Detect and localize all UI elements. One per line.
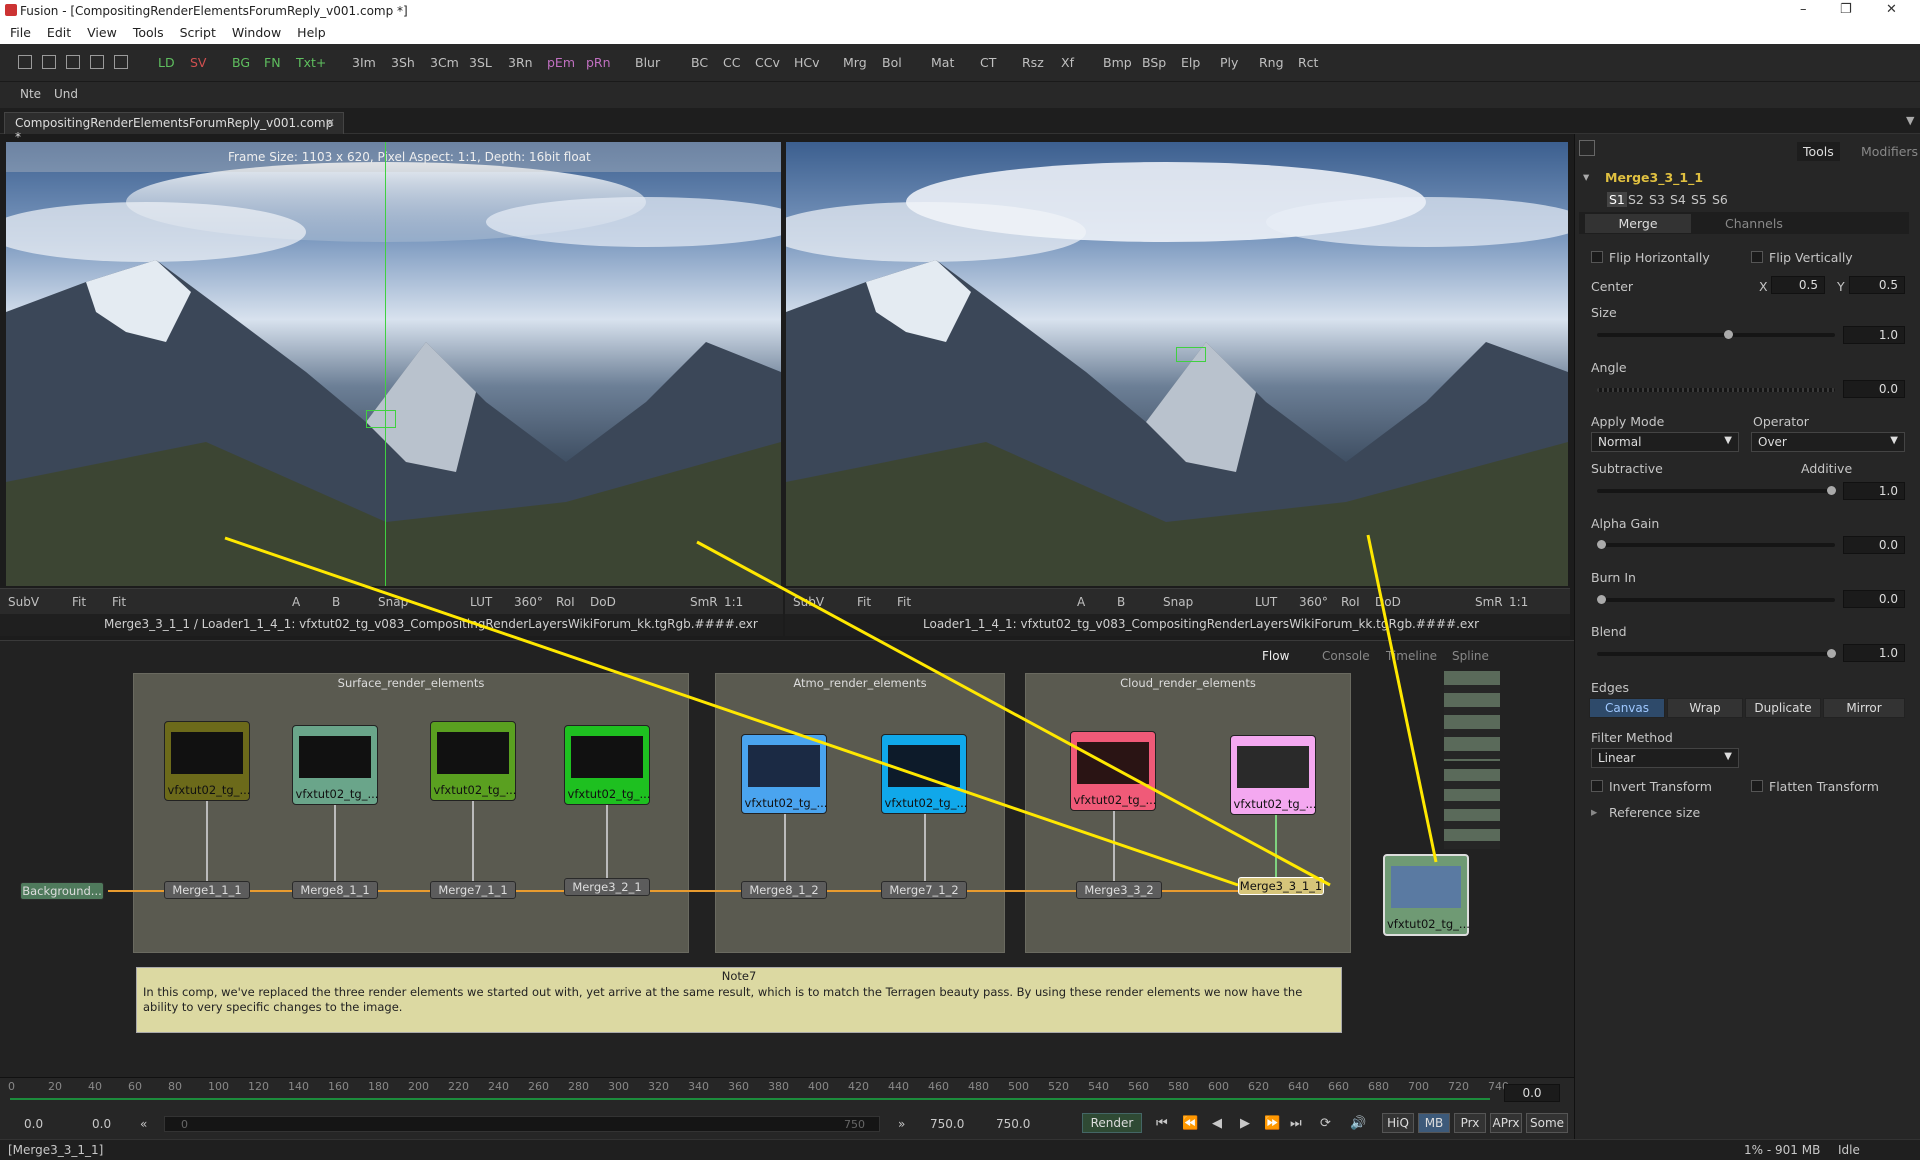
status-state: Idle bbox=[1838, 1143, 1860, 1157]
time-tick-label: 220 bbox=[448, 1080, 469, 1093]
time-tick-label: 720 bbox=[1448, 1080, 1469, 1093]
time-tick-label: 280 bbox=[568, 1080, 589, 1093]
render-end-field[interactable]: 750.0 bbox=[930, 1117, 964, 1131]
current-time-field[interactable]: 0.0 bbox=[1504, 1084, 1560, 1102]
time-tick-label: 700 bbox=[1408, 1080, 1429, 1093]
annotation-arrows bbox=[224, 534, 1438, 887]
time-tick-label: 340 bbox=[688, 1080, 709, 1093]
time-tick-label: 80 bbox=[168, 1080, 182, 1093]
range-start: 0 bbox=[181, 1118, 188, 1131]
loop-icon[interactable]: ⟳ bbox=[1320, 1116, 1331, 1131]
time-tick-label: 240 bbox=[488, 1080, 509, 1093]
time-tick-label: 680 bbox=[1368, 1080, 1389, 1093]
render-button[interactable]: Render bbox=[1082, 1113, 1142, 1133]
time-tick-label: 520 bbox=[1048, 1080, 1069, 1093]
status-selected-tool: [Merge3_3_1_1] bbox=[8, 1143, 104, 1157]
forward-range-icon[interactable]: » bbox=[898, 1117, 905, 1131]
step-forward-icon[interactable]: ⏩ bbox=[1264, 1116, 1280, 1131]
time-ruler-track bbox=[10, 1098, 1490, 1100]
time-tick-label: 480 bbox=[968, 1080, 989, 1093]
time-tick-label: 500 bbox=[1008, 1080, 1029, 1093]
time-tick-label: 160 bbox=[328, 1080, 349, 1093]
time-tick-label: 120 bbox=[248, 1080, 269, 1093]
time-tick-label: 100 bbox=[208, 1080, 229, 1093]
play-reverse-icon[interactable]: ◀ bbox=[1212, 1116, 1222, 1131]
play-icon[interactable]: ▶ bbox=[1240, 1116, 1250, 1131]
hiq-button[interactable]: HiQ bbox=[1382, 1113, 1414, 1133]
time-tick-label: 440 bbox=[888, 1080, 909, 1093]
rewind-range-icon[interactable]: « bbox=[140, 1117, 147, 1131]
time-tick-label: 460 bbox=[928, 1080, 949, 1093]
memory-usage: 1% - 901 MB bbox=[1744, 1143, 1821, 1157]
time-tick-label: 600 bbox=[1208, 1080, 1229, 1093]
annotation-arrow-line bbox=[224, 536, 1239, 887]
range-end: 750 bbox=[844, 1118, 865, 1131]
annotation-arrow-line bbox=[696, 540, 1331, 887]
audio-icon[interactable]: 🔊 bbox=[1350, 1116, 1366, 1131]
annotation-arrow-line bbox=[1366, 534, 1438, 863]
time-tick-label: 360 bbox=[728, 1080, 749, 1093]
time-tick-label: 140 bbox=[288, 1080, 309, 1093]
time-tick-label: 0 bbox=[8, 1080, 15, 1093]
render-start-field[interactable]: 0.0 bbox=[92, 1117, 111, 1131]
global-end-field[interactable]: 750.0 bbox=[996, 1117, 1030, 1131]
time-tick-label: 540 bbox=[1088, 1080, 1109, 1093]
time-tick-label: 620 bbox=[1248, 1080, 1269, 1093]
range-slider[interactable]: 0 750 bbox=[164, 1116, 880, 1132]
auto-proxy-button[interactable]: APrx bbox=[1490, 1113, 1522, 1133]
time-tick-label: 400 bbox=[808, 1080, 829, 1093]
transport-bar: 0.0 0.0 « 0 750 » 750.0 750.0 ⏮ ⏪ ◀ ▶ ⏩ … bbox=[0, 1111, 1574, 1139]
time-tick-label: 60 bbox=[128, 1080, 142, 1093]
time-ruler[interactable]: 0 20 40 60 80 100 120 140 160 180 200 220 240 260 280 3… bbox=[0, 1077, 1574, 1111]
time-tick-label: 640 bbox=[1288, 1080, 1309, 1093]
time-tick-label: 40 bbox=[88, 1080, 102, 1093]
time-tick-label: 580 bbox=[1168, 1080, 1189, 1093]
time-tick-label: 260 bbox=[528, 1080, 549, 1093]
time-tick-label: 420 bbox=[848, 1080, 869, 1093]
go-to-start-icon[interactable]: ⏮ bbox=[1156, 1116, 1168, 1131]
go-to-end-icon[interactable]: ⏭ bbox=[1290, 1116, 1302, 1131]
global-start-field[interactable]: 0.0 bbox=[24, 1117, 43, 1131]
time-tick-label: 660 bbox=[1328, 1080, 1349, 1093]
time-tick-label: 380 bbox=[768, 1080, 789, 1093]
time-tick-label: 560 bbox=[1128, 1080, 1149, 1093]
time-tick-label: 300 bbox=[608, 1080, 629, 1093]
motion-blur-button[interactable]: MB bbox=[1418, 1113, 1450, 1133]
status-bar: [Merge3_3_1_1] 1% - 901 MB Idle bbox=[0, 1139, 1920, 1160]
time-tick-label: 320 bbox=[648, 1080, 669, 1093]
time-tick-label: 200 bbox=[408, 1080, 429, 1093]
some-button[interactable]: Some bbox=[1526, 1113, 1568, 1133]
time-tick-label: 180 bbox=[368, 1080, 389, 1093]
proxy-button[interactable]: Prx bbox=[1454, 1113, 1486, 1133]
step-back-icon[interactable]: ⏪ bbox=[1182, 1116, 1198, 1131]
time-tick-label: 20 bbox=[48, 1080, 62, 1093]
